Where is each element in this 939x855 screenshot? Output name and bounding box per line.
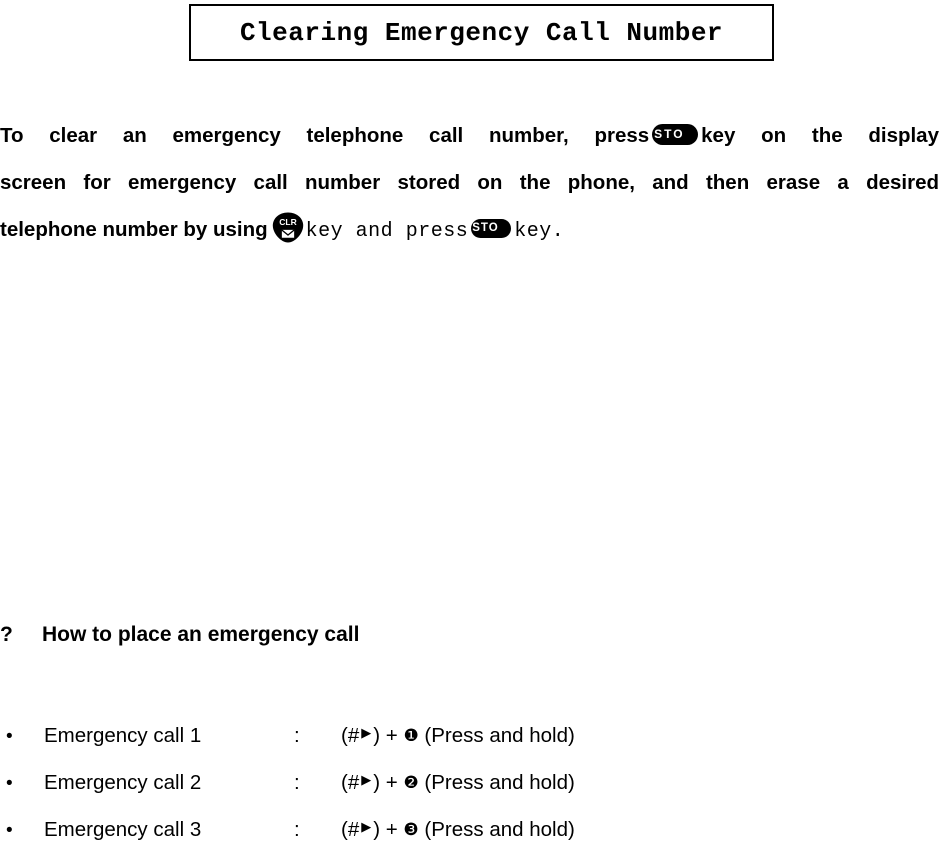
paragraph-line-3-text-a: telephone number by using: [0, 218, 268, 241]
list-item-label: Emergency call 2: [44, 771, 202, 794]
paragraph-line-2: screen for emergency call number stored …: [0, 159, 939, 206]
list-item: • Emergency call 3: (# ▶) + ❸ (Press and ho…: [0, 806, 939, 853]
list-bullet-icon: •: [6, 726, 13, 747]
paragraph-line-2-text: screen for emergency call number stored …: [0, 171, 939, 194]
list-item-colon: :: [294, 771, 300, 794]
sto-key-icon-2: STO: [471, 219, 512, 239]
clr-key-label: CLR: [279, 217, 296, 227]
combo-suffix: ) +: [373, 818, 398, 841]
page-title: Clearing Emergency Call Number: [239, 17, 724, 48]
section-heading-label: How to place an emergency call: [42, 623, 360, 646]
paragraph-line-1-text-a: To clear an emergency telephone call num…: [0, 124, 650, 147]
paragraph-line-1: To clear an emergency telephone call num…: [0, 112, 939, 159]
circled-number-icon: ❶: [403, 726, 419, 746]
list-item: • Emergency call 1: (# ▶) + ❶ (Press and ho…: [0, 712, 939, 759]
circled-number-icon: ❷: [403, 773, 419, 793]
list-item-combo: (# ▶) + ❷ (Press and hold): [341, 759, 575, 808]
sto-key-icon: STO: [652, 124, 699, 146]
paragraph-line-3-text-b: key and press: [305, 220, 469, 243]
list-item-colon: :: [294, 818, 300, 841]
list-item: • Emergency call 2: (# ▶) + ❷ (Press and ho…: [0, 759, 939, 806]
combo-suffix: ) +: [373, 771, 398, 794]
combo-note: (Press and hold): [424, 818, 575, 841]
combo-note: (Press and hold): [424, 771, 575, 794]
combo-note: (Press and hold): [424, 724, 575, 747]
list-bullet-icon: •: [6, 820, 13, 841]
list-item-label: Emergency call 1: [44, 724, 202, 747]
page-title-box: Clearing Emergency Call Number: [189, 4, 774, 61]
list-item-label: Emergency call 3: [44, 818, 202, 841]
list-item-combo: (# ▶) + ❶ (Press and hold): [341, 712, 575, 761]
right-triangle-icon: ▶: [361, 772, 372, 787]
emergency-call-list: • Emergency call 1: (# ▶) + ❶ (Press and ho…: [0, 712, 939, 853]
right-triangle-icon: ▶: [361, 819, 372, 834]
list-bullet-icon: •: [6, 773, 13, 794]
combo-prefix: (#: [341, 771, 360, 794]
combo-suffix: ) +: [373, 724, 398, 747]
paragraph-line-3: telephone number by using CLR key and pres…: [0, 206, 939, 255]
list-item-combo: (# ▶) + ❸ (Press and hold): [341, 806, 575, 855]
right-triangle-icon: ▶: [361, 725, 372, 740]
circled-number-icon: ❸: [403, 820, 419, 840]
paragraph-line-1-text-b: key on the display: [701, 124, 939, 147]
paragraph-line-3-text-c: key.: [514, 220, 565, 243]
section-marker-icon: ?: [0, 623, 13, 646]
list-item-colon: :: [294, 724, 300, 747]
combo-prefix: (#: [341, 818, 360, 841]
instruction-paragraph: To clear an emergency telephone call num…: [0, 112, 939, 255]
clr-key-icon: CLR: [271, 211, 305, 244]
section-heading: ? How to place an emergency call: [0, 623, 939, 647]
combo-prefix: (#: [341, 724, 360, 747]
